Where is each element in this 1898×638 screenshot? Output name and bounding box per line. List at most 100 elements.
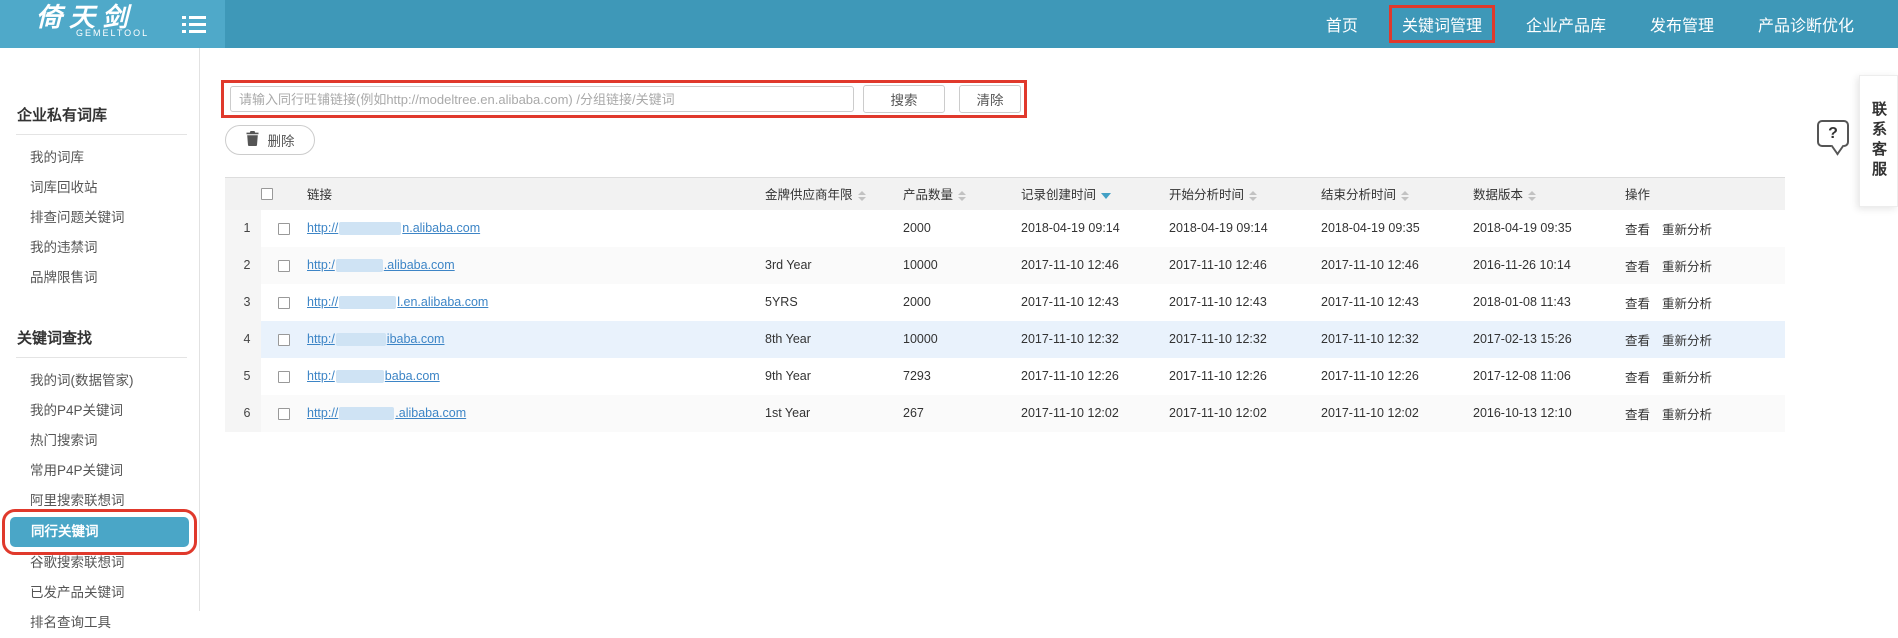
row-number-cell: 1 [225, 209, 261, 247]
column-header-label: 结束分析时间 [1321, 188, 1397, 203]
data-version-cell: 2016-10-13 12:10 [1473, 406, 1572, 420]
search-button[interactable]: 搜索 [863, 85, 945, 113]
sidebar-item[interactable]: 我的P4P关键词 [0, 396, 199, 426]
nav-item[interactable]: 关键词管理 [1388, 5, 1495, 43]
product-count-cell: 10000 [903, 332, 938, 346]
column-header-products[interactable]: 产品数量 [895, 178, 1013, 210]
product-count-cell: 2000 [903, 295, 931, 309]
column-header-created[interactable]: 记录创建时间 [1013, 178, 1161, 210]
column-header-year[interactable]: 金牌供应商年限 [757, 178, 895, 210]
sort-icon [1249, 190, 1258, 201]
store-link[interactable]: http:/ ibaba.com [307, 332, 444, 346]
start-time-cell: 2017-11-10 12:43 [1169, 295, 1267, 309]
link-cell: http:// l.en.alibaba.com [299, 284, 757, 321]
contact-service-label: 联系客服 [1870, 101, 1887, 181]
table-row: 2 http:/ .alibaba.com 3rd Year 10000 2017-11-… [225, 246, 1785, 284]
reanalyze-action-link[interactable]: 重新分析 [1662, 223, 1712, 237]
sidebar-item[interactable]: 品牌限售词 [0, 263, 199, 293]
sidebar-item[interactable]: 我的词(数据管家) [0, 366, 199, 396]
row-checkbox[interactable] [278, 407, 290, 420]
view-action-link[interactable]: 查看 [1625, 260, 1650, 274]
row-checkbox[interactable] [278, 259, 290, 272]
nav-item[interactable]: 首页 [1326, 7, 1358, 41]
select-all-header [261, 178, 299, 210]
reanalyze-action-link[interactable]: 重新分析 [1662, 260, 1712, 274]
redacted-block [339, 296, 397, 309]
delete-button-label: 删除 [267, 134, 295, 149]
help-bubble-icon[interactable]: ? [1817, 120, 1849, 147]
start-time-cell: 2017-11-10 12:32 [1169, 332, 1267, 346]
row-checkbox[interactable] [278, 222, 290, 235]
column-header-link: 链接 [299, 178, 757, 210]
divider [16, 134, 187, 135]
view-action-link[interactable]: 查看 [1625, 408, 1650, 422]
reanalyze-action-link[interactable]: 重新分析 [1662, 408, 1712, 422]
redacted-block [335, 370, 384, 383]
redacted-block [339, 407, 395, 420]
created-time-cell: 2017-11-10 12:02 [1021, 406, 1119, 420]
link-prefix: http:// [307, 295, 339, 309]
sidebar-item[interactable]: 同行关键词 [2, 509, 197, 555]
contact-service-tab[interactable]: 联系客服 [1859, 75, 1898, 207]
menu-list-icon[interactable] [182, 16, 206, 38]
created-time-cell: 2017-11-10 12:32 [1021, 332, 1119, 346]
sidebar-item[interactable]: 阿里搜索联想词 [0, 486, 199, 516]
store-link[interactable]: http:/ .alibaba.com [307, 258, 455, 272]
row-checkbox[interactable] [278, 370, 290, 383]
competitor-table: 链接 金牌供应商年限 产品数量 记录创建时间 开始分析时间 结束分析时间 数据版本 操作 1 h… [225, 177, 1785, 432]
row-checkbox-cell [261, 247, 299, 284]
store-link[interactable]: http:/ baba.com [307, 369, 440, 383]
sidebar-item[interactable]: 排名查询工具 [0, 608, 199, 638]
store-link[interactable]: http:// n.alibaba.com [307, 221, 480, 235]
actions-cell: 查看 重新分析 [1617, 321, 1785, 358]
reanalyze-action-link[interactable]: 重新分析 [1662, 371, 1712, 385]
table-header-row: 链接 金牌供应商年限 产品数量 记录创建时间 开始分析时间 结束分析时间 数据版本 操作 [225, 177, 1785, 210]
nav-item[interactable]: 企业产品库 [1526, 7, 1606, 41]
view-action-link[interactable]: 查看 [1625, 223, 1650, 237]
row-checkbox[interactable] [278, 333, 290, 346]
view-action-link[interactable]: 查看 [1625, 297, 1650, 311]
link-cell: http:// n.alibaba.com [299, 210, 757, 247]
sort-up-arrow-icon [1249, 190, 1258, 195]
sort-icon [857, 190, 866, 201]
sidebar-item[interactable]: 排查问题关键词 [0, 203, 199, 233]
product-count-cell: 10000 [903, 258, 938, 272]
nav-item[interactable]: 产品诊断优化 [1758, 7, 1854, 41]
created-time-cell: 2018-04-19 09:14 [1021, 221, 1120, 235]
row-number-header [225, 178, 261, 210]
actions-cell: 查看 重新分析 [1617, 284, 1785, 321]
reanalyze-action-link[interactable]: 重新分析 [1662, 297, 1712, 311]
delete-button[interactable]: 删除 [225, 125, 315, 155]
sidebar-item[interactable]: 我的违禁词 [0, 233, 199, 263]
view-action-link[interactable]: 查看 [1625, 334, 1650, 348]
product-count-cell: 7293 [903, 369, 931, 383]
store-link[interactable]: http:// l.en.alibaba.com [307, 295, 488, 309]
select-all-checkbox[interactable] [261, 188, 273, 201]
sidebar-item[interactable]: 词库回收站 [0, 173, 199, 203]
column-header-start[interactable]: 开始分析时间 [1161, 178, 1313, 210]
row-number-cell: 4 [225, 320, 261, 358]
clear-button[interactable]: 清除 [959, 85, 1021, 113]
sidebar-item[interactable]: 我的词库 [0, 143, 199, 173]
sidebar-item[interactable]: 已发产品关键词 [0, 578, 199, 608]
column-header-end[interactable]: 结束分析时间 [1313, 178, 1465, 210]
help-bubble-text: ? [1828, 124, 1838, 142]
sort-down-arrow-icon [1528, 196, 1537, 201]
sidebar-item[interactable]: 常用P4P关键词 [0, 456, 199, 486]
sidebar-item[interactable]: 谷歌搜索联想词 [0, 548, 199, 578]
view-action-link[interactable]: 查看 [1625, 371, 1650, 385]
end-time-cell: 2017-11-10 12:02 [1321, 406, 1419, 420]
actions-cell: 查看 重新分析 [1617, 358, 1785, 395]
supplier-year-cell: 9th Year [765, 369, 811, 383]
table-body: 1 http:// n.alibaba.com 2000 2018-04-19 09:1… [225, 209, 1785, 432]
sidebar-item[interactable]: 热门搜索词 [0, 426, 199, 456]
search-input[interactable] [230, 86, 854, 112]
column-header-version[interactable]: 数据版本 [1465, 178, 1617, 210]
data-version-cell: 2018-04-19 09:35 [1473, 221, 1572, 235]
row-checkbox[interactable] [278, 296, 290, 309]
sidebar: 企业私有词库 我的词库 词库回收站 排查问题关键词 我的违禁词 品牌限售词 关键词查找 我的词… [0, 48, 200, 630]
store-link[interactable]: http:// .alibaba.com [307, 406, 466, 420]
nav-item[interactable]: 发布管理 [1650, 7, 1714, 41]
data-version-cell: 2017-12-08 11:06 [1473, 369, 1571, 383]
reanalyze-action-link[interactable]: 重新分析 [1662, 334, 1712, 348]
